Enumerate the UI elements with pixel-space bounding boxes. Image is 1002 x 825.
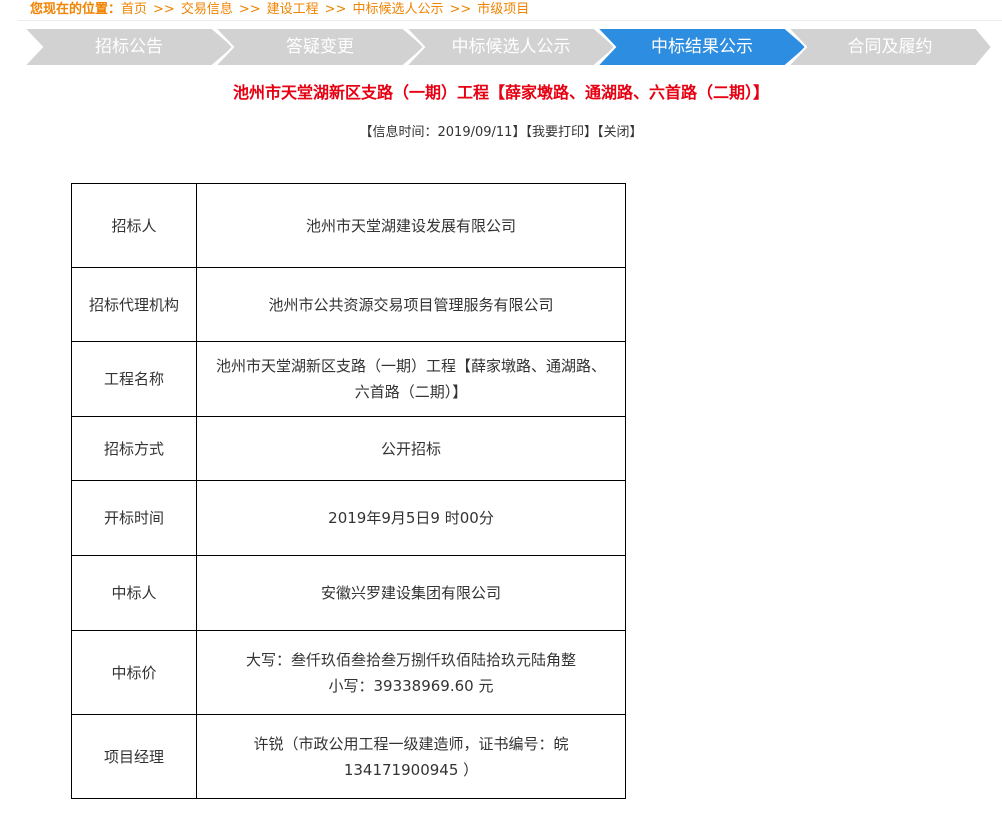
breadcrumb: 您现在的位置：首页 >> 交易信息 >> 建设工程 >> 中标候选人公示 >> 市级项目 bbox=[18, 0, 1002, 21]
row-value: 安徽兴罗建设集团有限公司 bbox=[196, 555, 626, 631]
step-contract[interactable]: 合同及履约 bbox=[788, 28, 992, 66]
step-label: 中标候选人公示 bbox=[451, 37, 571, 57]
table-row: 招标方式 公开招标 bbox=[71, 416, 626, 481]
page-title: 池州市天堂湖新区支路（一期）工程【薛家墩路、通湖路、六首路（二期）】 bbox=[232, 83, 769, 102]
table-row: 招标代理机构 池州市公共资源交易项目管理服务有限公司 bbox=[71, 267, 626, 342]
row-value: 池州市天堂湖建设发展有限公司 bbox=[196, 183, 626, 268]
result-table: 招标人 池州市天堂湖建设发展有限公司 招标代理机构 池州市公共资源交易项目管理服… bbox=[71, 183, 626, 799]
table-row: 中标人 安徽兴罗建设集团有限公司 bbox=[71, 555, 626, 631]
print-link[interactable]: 【我要打印】 bbox=[525, 125, 597, 140]
table-row: 中标价 大写：叁仟玖佰叁拾叁万捌仟玖佰陆拾玖元陆角整 小写：39338969.60… bbox=[71, 630, 626, 715]
row-key: 招标人 bbox=[71, 183, 197, 268]
breadcrumb-separator: >> bbox=[153, 2, 175, 17]
table-row: 项目经理 许锐（市政公用工程一级建造师，证书编号：皖 134171900945 ） bbox=[71, 714, 626, 799]
breadcrumb-construction[interactable]: 建设工程 bbox=[267, 2, 319, 17]
value-line: 安徽兴罗建设集团有限公司 bbox=[320, 584, 501, 602]
close-link[interactable]: 【关闭】 bbox=[597, 125, 643, 140]
table-row: 招标人 池州市天堂湖建设发展有限公司 bbox=[71, 183, 626, 268]
value-line: 池州市天堂湖建设发展有限公司 bbox=[305, 216, 516, 235]
table-row: 开标时间 2019年9月5日9 时00分 bbox=[71, 480, 626, 556]
step-label: 答疑变更 bbox=[286, 37, 354, 57]
value-line: 许锐（市政公用工程一级建造师，证书编号：皖 bbox=[253, 734, 569, 753]
step-candidate-notice[interactable]: 中标候选人公示 bbox=[406, 28, 616, 66]
value-line: 134171900945 ） bbox=[343, 760, 479, 779]
breadcrumb-city-project[interactable]: 市级项目 bbox=[477, 2, 529, 17]
row-key: 工程名称 bbox=[71, 341, 197, 417]
breadcrumb-separator: >> bbox=[324, 2, 347, 17]
table-row: 工程名称 池州市天堂湖新区支路（一期）工程【薛家墩路、通湖路、 六首路（二期）】 bbox=[71, 341, 626, 417]
step-qa-change[interactable]: 答疑变更 bbox=[215, 28, 425, 66]
info-meta: 【信息时间：2019/09/11】【我要打印】【关闭】 bbox=[0, 124, 1002, 142]
breadcrumb-home[interactable]: 首页 bbox=[121, 2, 147, 17]
row-value: 2019年9月5日9 时00分 bbox=[196, 480, 626, 556]
value-line: 六首路（二期）】 bbox=[354, 383, 468, 401]
value-line: 小写：39338969.60 元 bbox=[328, 676, 494, 695]
breadcrumb-candidate[interactable]: 中标候选人公示 bbox=[352, 2, 443, 17]
breadcrumb-trade-info[interactable]: 交易信息 bbox=[181, 2, 233, 17]
value-line: 大写：叁仟玖佰叁拾叁万捌仟玖佰陆拾玖元陆角整 bbox=[245, 650, 576, 669]
row-key: 中标价 bbox=[71, 630, 197, 715]
row-key: 项目经理 bbox=[71, 714, 197, 799]
value-line: 池州市天堂湖新区支路（一期）工程【薛家墩路、通湖路、 bbox=[215, 357, 606, 375]
row-key: 开标时间 bbox=[71, 480, 197, 556]
info-time: 【信息时间：2019/09/11】 bbox=[359, 125, 526, 140]
value-line: 池州市公共资源交易项目管理服务有限公司 bbox=[268, 295, 554, 314]
step-tender-notice[interactable]: 招标公告 bbox=[24, 28, 234, 66]
step-label: 中标结果公示 bbox=[651, 37, 753, 57]
breadcrumb-separator: >> bbox=[238, 2, 261, 17]
value-line: 2019年9月5日9 时00分 bbox=[328, 509, 494, 527]
step-label: 合同及履约 bbox=[847, 37, 933, 57]
process-steps: 招标公告 答疑变更 中标候选人公示 中标结果公示 合同及履约 bbox=[24, 28, 992, 66]
row-key: 中标人 bbox=[71, 555, 197, 631]
breadcrumb-lead: 您现在的位置： bbox=[30, 2, 122, 17]
row-value: 许锐（市政公用工程一级建造师，证书编号：皖 134171900945 ） bbox=[196, 714, 626, 799]
row-value: 池州市天堂湖新区支路（一期）工程【薛家墩路、通湖路、 六首路（二期）】 bbox=[196, 341, 626, 417]
row-key: 招标代理机构 bbox=[71, 267, 197, 342]
breadcrumb-separator: >> bbox=[449, 2, 472, 17]
step-label: 招标公告 bbox=[95, 37, 163, 57]
step-result-notice[interactable]: 中标结果公示 bbox=[597, 28, 807, 66]
value-line: 公开招标 bbox=[380, 439, 441, 458]
row-value: 池州市公共资源交易项目管理服务有限公司 bbox=[196, 267, 626, 342]
row-key: 招标方式 bbox=[71, 416, 197, 481]
row-value: 公开招标 bbox=[196, 416, 626, 481]
row-value: 大写：叁仟玖佰叁拾叁万捌仟玖佰陆拾玖元陆角整 小写：39338969.60 元 bbox=[196, 630, 626, 715]
